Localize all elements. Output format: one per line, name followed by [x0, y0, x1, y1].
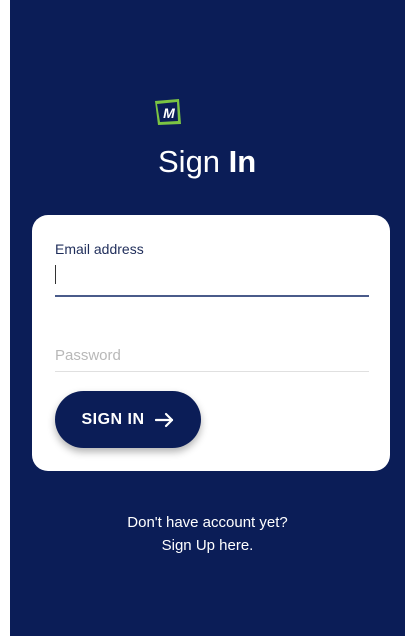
login-card: Email address SIGN IN	[32, 215, 390, 471]
signup-link[interactable]: Sign Up here.	[10, 534, 405, 557]
password-field[interactable]	[55, 339, 369, 372]
svg-text:M: M	[163, 105, 175, 121]
signup-prompt-text: Don't have account yet?	[127, 514, 288, 531]
page-title-bold: In	[228, 144, 257, 179]
arrow-right-icon	[154, 412, 175, 428]
text-cursor	[55, 265, 56, 284]
sign-in-button[interactable]: SIGN IN	[55, 391, 201, 448]
signup-prompt[interactable]: Don't have account yet? Sign Up here.	[10, 511, 405, 557]
sign-in-button-label: SIGN IN	[81, 410, 145, 428]
email-label: Email address	[55, 241, 144, 257]
email-field[interactable]	[55, 259, 369, 297]
app-screen: M Sign In Email address SIGN IN Don't ha…	[10, 0, 405, 636]
page-title-light: Sign	[158, 144, 221, 179]
page-title: Sign In	[158, 143, 256, 181]
brand-logo-icon: M	[153, 97, 183, 127]
